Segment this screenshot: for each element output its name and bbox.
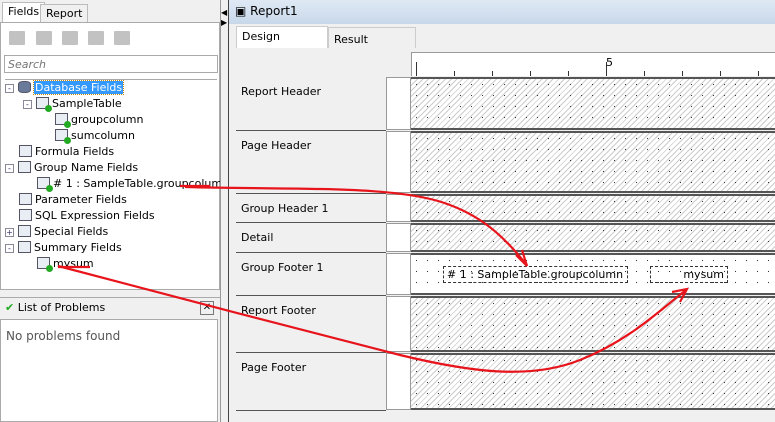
annotation-arrows bbox=[57, 184, 690, 373]
arrow-line bbox=[184, 185, 528, 266]
arrow-line bbox=[57, 264, 687, 373]
